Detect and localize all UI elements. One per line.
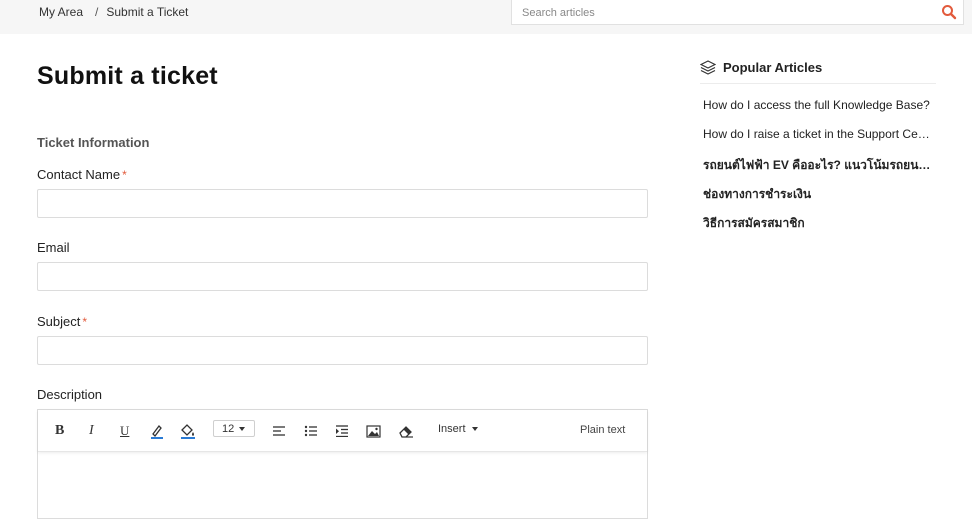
description-label: Description — [37, 387, 102, 402]
chevron-down-icon — [239, 426, 246, 431]
text-color-button[interactable] — [149, 421, 165, 441]
image-icon — [366, 424, 381, 438]
align-button[interactable] — [272, 421, 286, 441]
top-bar: My Area / Submit a Ticket — [0, 0, 972, 34]
insert-image-button[interactable] — [366, 421, 381, 441]
underline-button[interactable]: U — [120, 421, 129, 441]
indent-button[interactable] — [335, 421, 349, 441]
breadcrumb-my-area[interactable]: My Area — [39, 5, 83, 19]
subject-input[interactable] — [38, 337, 647, 364]
font-size-dropdown[interactable]: 12 — [213, 420, 255, 437]
section-title: Ticket Information — [37, 135, 150, 150]
insert-dropdown[interactable]: Insert — [438, 423, 478, 435]
email-label-text: Email — [37, 240, 70, 255]
contact-name-label-text: Contact Name — [37, 167, 121, 182]
bullet-list-button[interactable] — [304, 421, 318, 441]
popular-article-link[interactable]: How do I raise a ticket in the Support C… — [703, 127, 936, 141]
required-mark: * — [82, 315, 88, 329]
subject-field-box — [37, 336, 648, 365]
chevron-down-icon — [471, 427, 478, 431]
breadcrumb-submit-ticket: Submit a Ticket — [106, 5, 189, 19]
align-left-icon — [273, 426, 285, 436]
contact-name-field-box — [37, 189, 648, 218]
popular-article-link[interactable]: ช่องทางการชำระเงิน — [703, 185, 936, 204]
breadcrumb: My Area / Submit a Ticket — [39, 5, 188, 19]
contact-name-input[interactable] — [38, 190, 647, 217]
popular-articles-title-text: Popular Articles — [723, 59, 823, 75]
popular-articles-title: Popular Articles — [700, 59, 822, 75]
search-input[interactable] — [520, 3, 924, 23]
email-label: Email — [37, 240, 70, 255]
email-input[interactable] — [38, 263, 647, 290]
insert-label: Insert — [438, 423, 466, 435]
breadcrumb-separator: / — [95, 5, 99, 19]
editor-toolbar: B I U 12 Insert Plain text — [38, 410, 647, 452]
highlighter-icon — [151, 425, 163, 439]
eraser-icon — [399, 426, 413, 438]
italic-button[interactable]: I — [89, 421, 94, 441]
indent-icon — [336, 425, 348, 437]
bold-button[interactable]: B — [55, 421, 64, 441]
contact-name-label: Contact Name * — [37, 167, 127, 182]
search-icon[interactable] — [941, 4, 957, 20]
description-label-text: Description — [37, 387, 103, 402]
search-box — [511, 0, 964, 25]
font-size-value: 12 — [222, 422, 235, 435]
required-mark: * — [122, 168, 127, 182]
subject-label: Subject * — [37, 314, 87, 329]
plain-text-toggle[interactable]: Plain text — [580, 424, 625, 436]
editor-content-area[interactable] — [38, 452, 647, 520]
page-title: Submit a ticket — [37, 62, 218, 90]
list-icon — [304, 425, 317, 437]
clear-format-button[interactable] — [398, 421, 414, 441]
email-field-box — [37, 262, 648, 291]
popular-article-link[interactable]: รถยนต์ไฟฟ้า EV คืออะไร? แนวโน้มรถยนต์พลั… — [703, 156, 936, 175]
description-editor: B I U 12 Insert Plain text — [37, 409, 648, 519]
paint-bucket-icon — [181, 424, 195, 439]
popular-article-link[interactable]: How do I access the full Knowledge Base? — [703, 98, 936, 112]
layers-icon — [700, 60, 716, 75]
subject-label-text: Subject — [37, 314, 81, 329]
popular-article-link[interactable]: วิธีการสมัครสมาชิก — [703, 214, 936, 233]
background-color-button[interactable] — [179, 421, 197, 441]
sidebar-divider — [700, 83, 936, 84]
